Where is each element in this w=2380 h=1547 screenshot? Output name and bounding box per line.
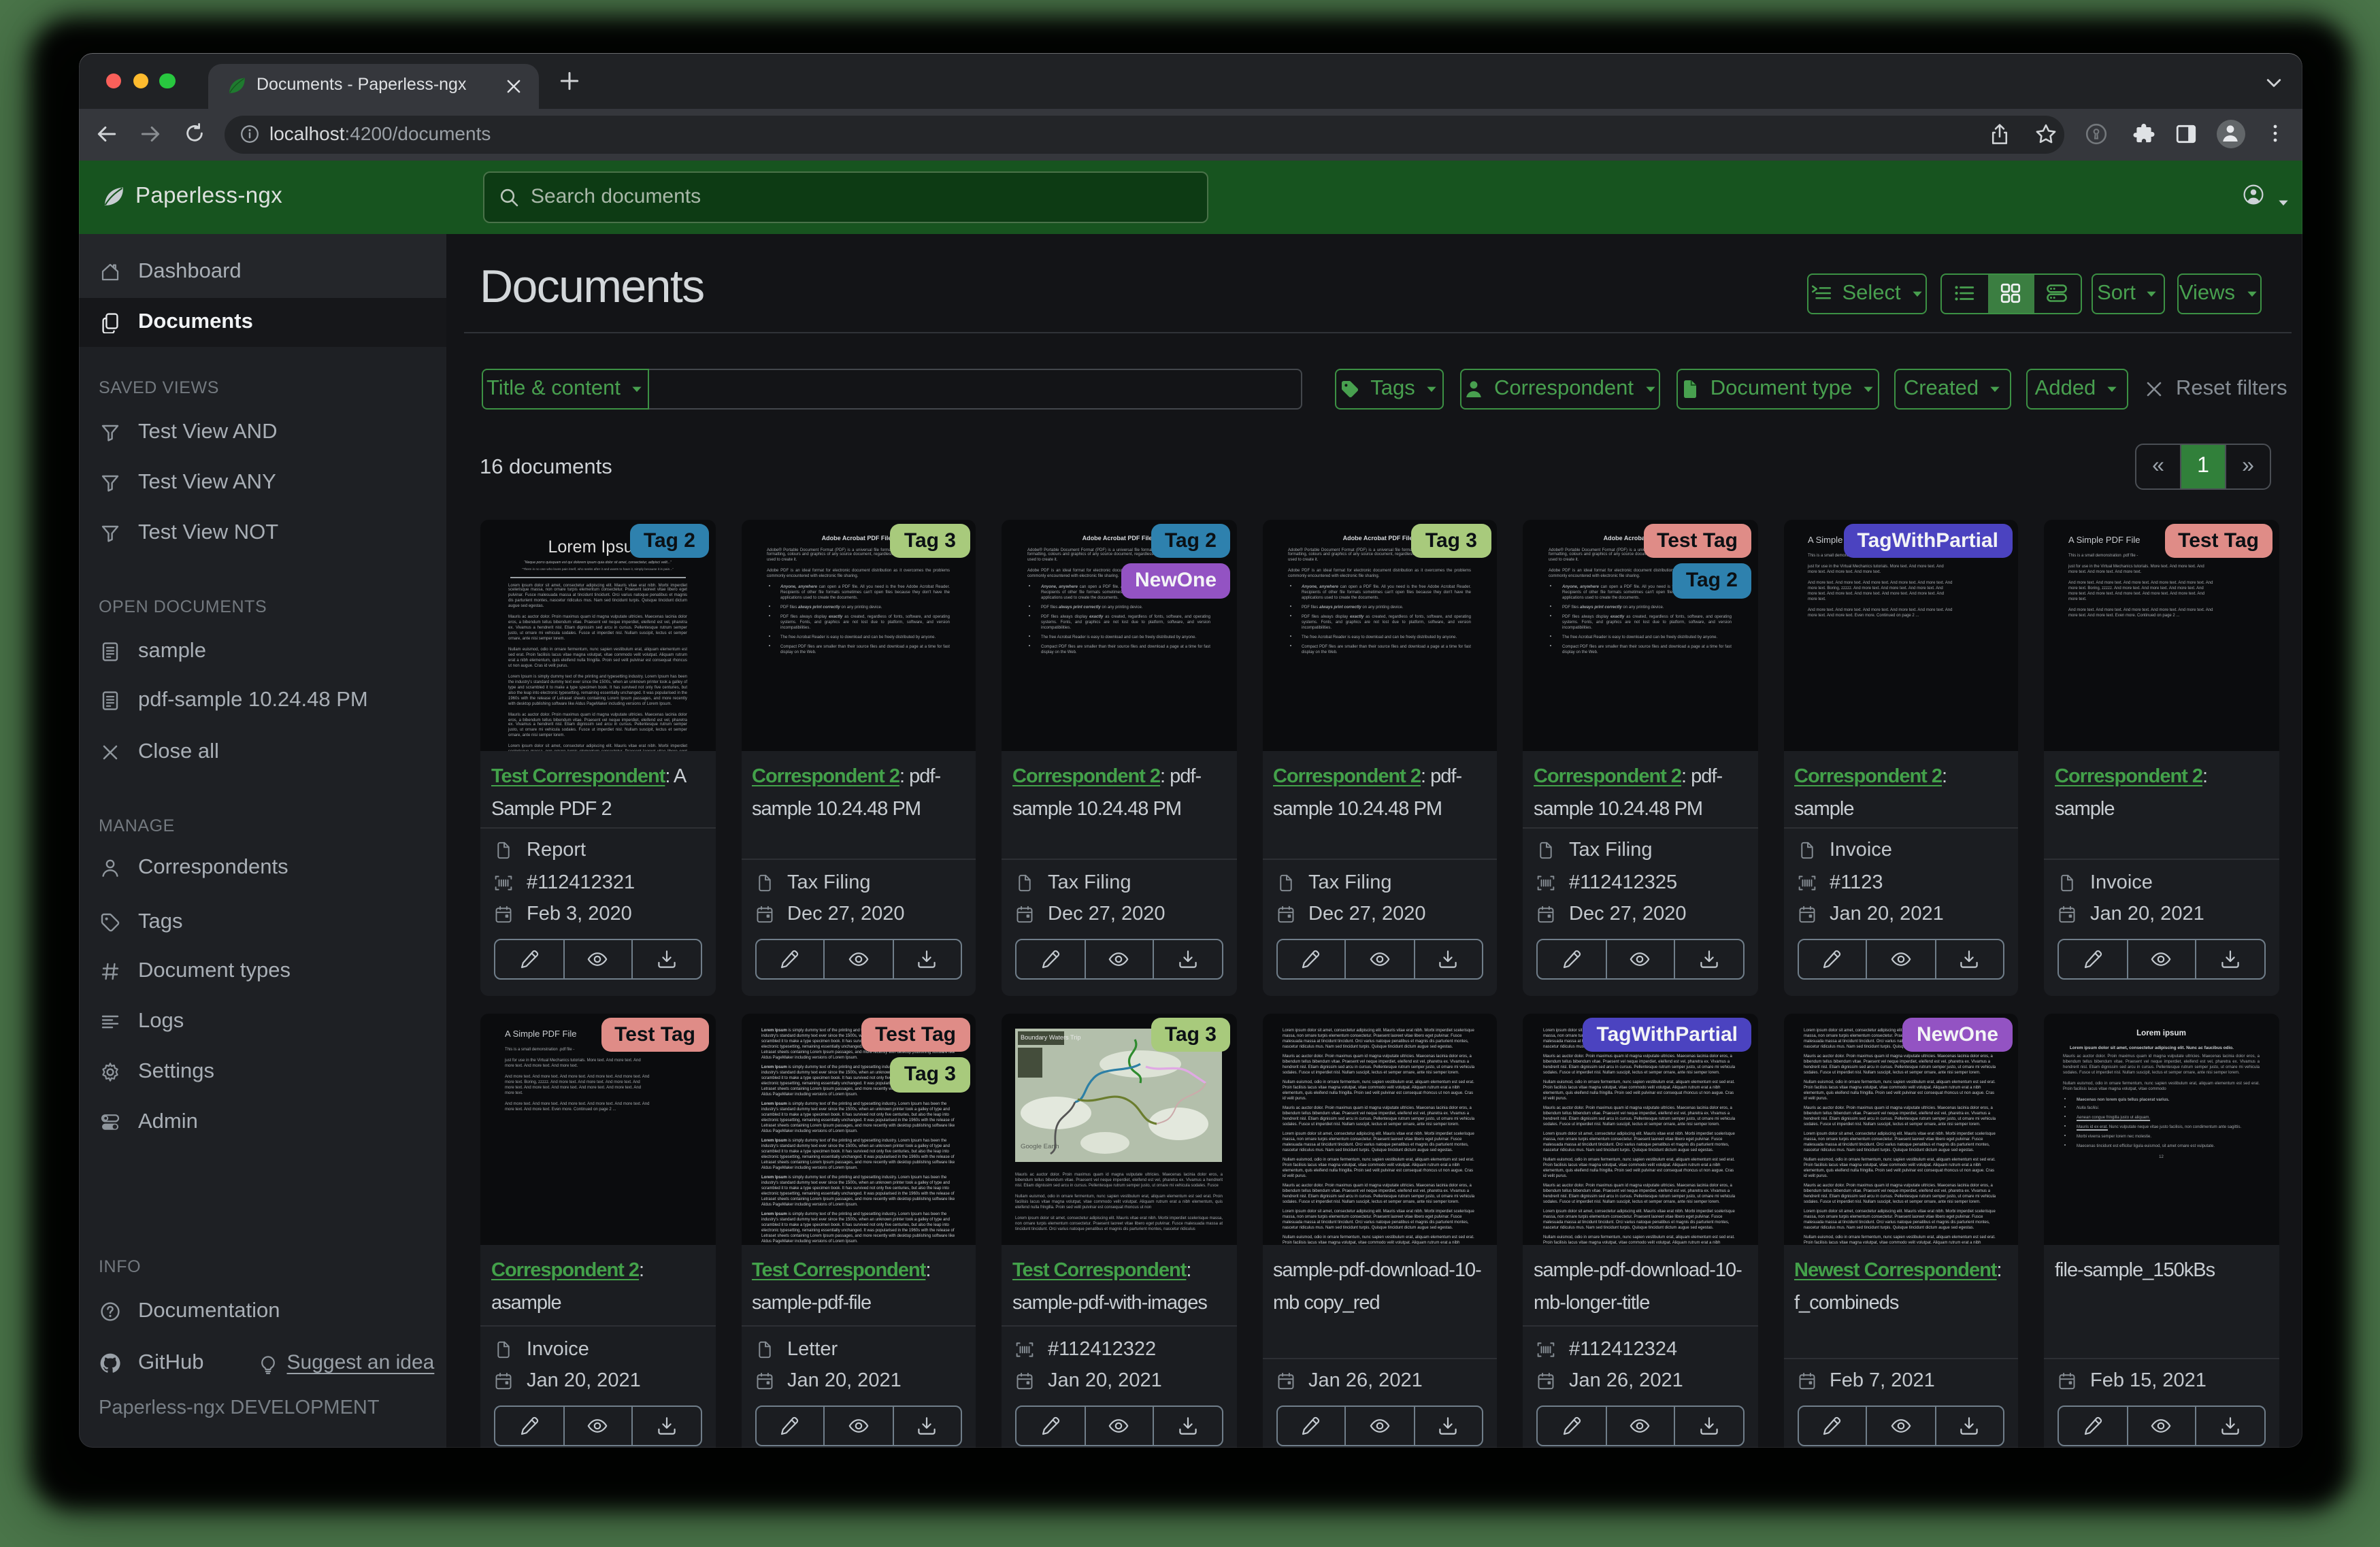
svg-text:Boundary Waters Trip: Boundary Waters Trip xyxy=(1021,1034,1082,1041)
svg-text:Google Earth: Google Earth xyxy=(1021,1143,1060,1150)
